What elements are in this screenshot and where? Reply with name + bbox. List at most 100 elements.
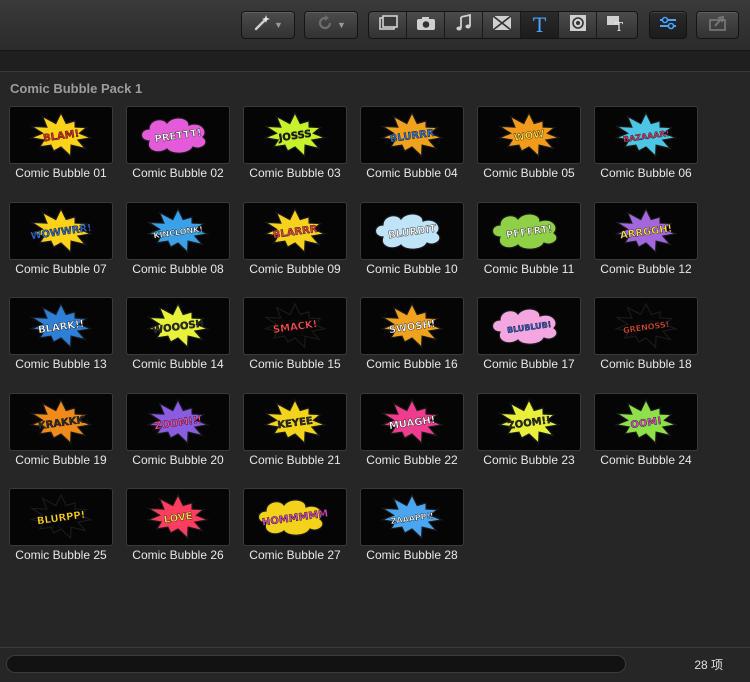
title-thumbnail[interactable]: BAZAAAR!	[594, 106, 698, 164]
title-thumbnail[interactable]: BLUBLUB!	[477, 297, 581, 355]
title-tile[interactable]: KRAKKK Comic Bubble 19	[9, 393, 113, 467]
title-thumbnail[interactable]: MUAGH!	[360, 393, 464, 451]
title-tile[interactable]: WOOOSH Comic Bubble 14	[126, 297, 230, 371]
title-tile[interactable]: MUAGH! Comic Bubble 22	[360, 393, 464, 467]
generators-browser-button[interactable]	[559, 12, 597, 38]
themes-browser-button[interactable]: T	[597, 12, 634, 38]
title-thumbnail[interactable]: KEYEE	[243, 393, 347, 451]
title-thumbnail[interactable]: PRETTT!	[126, 106, 230, 164]
comic-bubble-art: ZAAAPP!!	[380, 493, 444, 540]
comic-bubble-art: WOW	[497, 111, 561, 158]
title-tile[interactable]: PFFFRT! Comic Bubble 11	[477, 202, 581, 276]
title-tile[interactable]: LOVE Comic Bubble 26	[126, 488, 230, 562]
comic-bubble-art: BLARK!!	[29, 302, 93, 349]
title-label: Comic Bubble 17	[483, 357, 575, 371]
redo-menu-button[interactable]: ▼	[304, 11, 358, 39]
titles-browser-button[interactable]: T	[521, 12, 559, 38]
title-thumbnail[interactable]: BLURRR	[360, 106, 464, 164]
title-tile[interactable]: BLURRR Comic Bubble 04	[360, 106, 464, 180]
title-tile[interactable]: ZOOM!!! Comic Bubble 20	[126, 393, 230, 467]
title-thumbnail[interactable]: BLAM!	[9, 106, 113, 164]
title-thumbnail[interactable]: OOM!	[594, 393, 698, 451]
media-browser-toggle-group: T T	[368, 11, 638, 39]
title-label: Comic Bubble 13	[15, 357, 107, 371]
comic-bubble-art: KINCLONK!	[146, 207, 210, 254]
title-thumbnail[interactable]: BLURPP!	[9, 488, 113, 546]
title-thumbnail[interactable]: WOW	[477, 106, 581, 164]
share-icon	[708, 14, 728, 37]
chevron-down-icon: ▼	[274, 20, 283, 30]
title-label: Comic Bubble 11	[483, 262, 575, 276]
horizontal-scrollbar[interactable]	[6, 655, 626, 673]
title-thumbnail[interactable]: HOMMMMM	[243, 488, 347, 546]
title-thumbnail[interactable]: GRENOSS!	[594, 297, 698, 355]
comic-bubble-art: LOVE	[146, 493, 210, 540]
title-thumbnail[interactable]: PFFFRT!	[477, 202, 581, 260]
title-thumbnail[interactable]: SMACK!	[243, 297, 347, 355]
title-tile[interactable]: WOW Comic Bubble 05	[477, 106, 581, 180]
camera-icon	[416, 15, 436, 36]
title-tile[interactable]: GRENOSS! Comic Bubble 18	[594, 297, 698, 371]
title-thumbnail[interactable]: BLURDIT	[360, 202, 464, 260]
title-tile[interactable]: BLARK!! Comic Bubble 13	[9, 297, 113, 371]
browser-footer: 28 项	[0, 647, 750, 682]
comic-bubble-art: KRAKKK	[29, 398, 93, 445]
effects-menu-button[interactable]: ▼	[241, 11, 295, 39]
title-tile[interactable]: JOSSS Comic Bubble 03	[243, 106, 347, 180]
title-label: Comic Bubble 22	[366, 453, 458, 467]
title-thumbnail[interactable]: KRAKKK	[9, 393, 113, 451]
title-thumbnail[interactable]: BLARRR	[243, 202, 347, 260]
title-tile[interactable]: BAZAAAR! Comic Bubble 06	[594, 106, 698, 180]
title-label: Comic Bubble 06	[600, 166, 692, 180]
share-button[interactable]	[696, 11, 739, 39]
inspector-toggle-button[interactable]	[649, 11, 687, 39]
title-tile[interactable]: SMACK! Comic Bubble 15	[243, 297, 347, 371]
comic-bubble-art: GRENOSS!	[614, 302, 678, 349]
title-thumbnail[interactable]: JOSSS	[243, 106, 347, 164]
comic-bubble-art: WOWWRR!	[29, 207, 93, 254]
title-tile[interactable]: BLUBLUB! Comic Bubble 17	[477, 297, 581, 371]
title-tile[interactable]: BLURDIT Comic Bubble 10	[360, 202, 464, 276]
title-tile[interactable]: ZAAAPP!! Comic Bubble 28	[360, 488, 464, 562]
title-thumbnail[interactable]: ZOOM!!	[477, 393, 581, 451]
title-thumbnail[interactable]: KINCLONK!	[126, 202, 230, 260]
transitions-browser-button[interactable]	[483, 12, 521, 38]
camera-import-button[interactable]	[407, 12, 445, 38]
title-tile[interactable]: PRETTT! Comic Bubble 02	[126, 106, 230, 180]
themes-icon: T	[606, 14, 626, 37]
title-tile[interactable]: WOWWRR! Comic Bubble 07	[9, 202, 113, 276]
title-label: Comic Bubble 23	[483, 453, 575, 467]
title-thumbnail[interactable]: BLARK!!	[9, 297, 113, 355]
photos-browser-button[interactable]	[369, 12, 407, 38]
music-note-icon	[455, 13, 473, 37]
title-tile[interactable]: KEYEE Comic Bubble 21	[243, 393, 347, 467]
title-tile[interactable]: SWOSH! Comic Bubble 16	[360, 297, 464, 371]
title-label: Comic Bubble 24	[600, 453, 692, 467]
title-tile[interactable]: HOMMMMM Comic Bubble 27	[243, 488, 347, 562]
film-icon	[378, 14, 398, 36]
title-tile[interactable]: BLARRR Comic Bubble 09	[243, 202, 347, 276]
title-label: Comic Bubble 09	[249, 262, 341, 276]
title-thumbnail[interactable]: ZAAAPP!!	[360, 488, 464, 546]
title-tile[interactable]: ZOOM!! Comic Bubble 23	[477, 393, 581, 467]
title-thumbnail[interactable]: LOVE	[126, 488, 230, 546]
title-tile[interactable]: ARRGGH! Comic Bubble 12	[594, 202, 698, 276]
title-thumbnail[interactable]: WOWWRR!	[9, 202, 113, 260]
comic-bubble-art: BLURDIT	[374, 213, 441, 250]
title-tile[interactable]: OOM! Comic Bubble 24	[594, 393, 698, 467]
comic-bubble-art: HOMMMMM	[257, 499, 329, 536]
title-label: Comic Bubble 28	[366, 548, 458, 562]
title-label: Comic Bubble 15	[249, 357, 341, 371]
title-thumbnail[interactable]: ZOOM!!!	[126, 393, 230, 451]
title-tile[interactable]: BLAM! Comic Bubble 01	[9, 106, 113, 180]
comic-bubble-art: SWOSH!	[380, 302, 444, 349]
comic-bubble-art: BLURPP!	[29, 493, 93, 540]
title-thumbnail[interactable]: WOOOSH	[126, 297, 230, 355]
title-tile[interactable]: KINCLONK! Comic Bubble 08	[126, 202, 230, 276]
title-thumbnail[interactable]: ARRGGH!	[594, 202, 698, 260]
title-thumbnail[interactable]: SWOSH!	[360, 297, 464, 355]
music-browser-button[interactable]	[445, 12, 483, 38]
title-label: Comic Bubble 20	[132, 453, 224, 467]
comic-bubble-art: BLARRR	[263, 207, 327, 254]
title-tile[interactable]: BLURPP! Comic Bubble 25	[9, 488, 113, 562]
